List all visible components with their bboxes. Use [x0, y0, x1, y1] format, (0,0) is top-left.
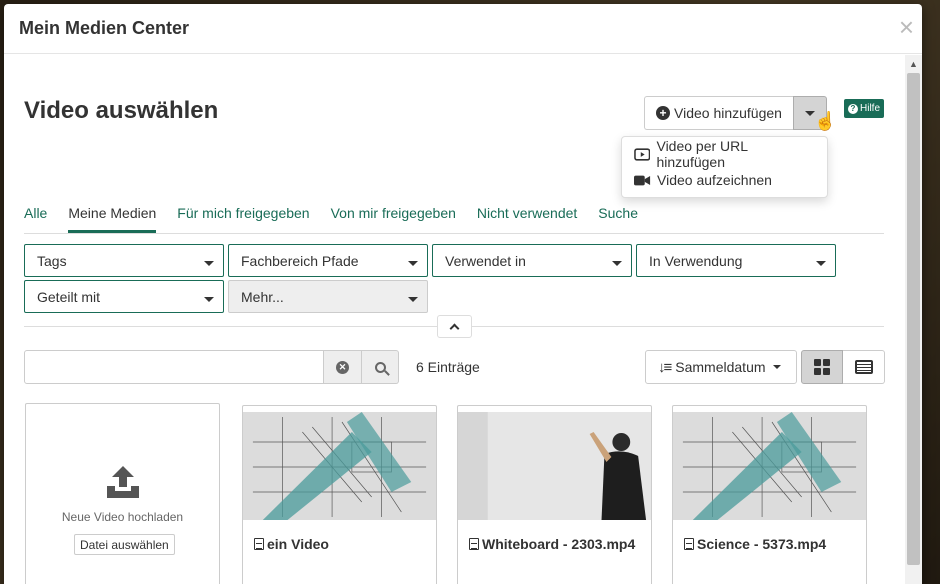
tab-alle[interactable]: Alle — [24, 200, 47, 233]
plus-circle-icon: + — [656, 106, 670, 120]
media-tabs: Alle Meine Medien Für mich freigegeben V… — [24, 200, 884, 234]
filter-label: Verwendet in — [445, 252, 526, 269]
chevron-down-icon — [408, 261, 418, 266]
tab-meine-medien[interactable]: Meine Medien — [68, 200, 156, 233]
sort-label: Sammeldatum — [675, 359, 766, 375]
video-card[interactable]: Whiteboard - 2303.mp4 — [457, 405, 652, 584]
video-title-text: Whiteboard - 2303.mp4 — [482, 536, 636, 552]
view-toggle — [801, 350, 885, 384]
tab-von-mir-freigegeben[interactable]: Von mir freigegeben — [331, 200, 456, 233]
filter-mehr[interactable]: Mehr... — [228, 280, 428, 313]
video-thumbnail — [458, 412, 651, 520]
video-card[interactable]: Science - 5373.mp4 — [672, 405, 867, 584]
list-icon — [854, 360, 873, 374]
file-icon — [254, 538, 264, 550]
filter-label: Fachbereich Pfade — [241, 252, 359, 269]
chevron-up-icon — [449, 323, 460, 334]
menu-item-label: Video aufzeichnen — [657, 172, 772, 188]
clear-icon: ✕ — [336, 360, 349, 374]
add-video-button[interactable]: + Video hinzufügen — [644, 96, 793, 130]
choose-file-button[interactable]: Datei auswählen — [74, 534, 175, 555]
video-thumbnail — [243, 412, 436, 520]
question-icon: ? — [848, 103, 858, 114]
filter-fachbereich-pfade[interactable]: Fachbereich Pfade — [228, 244, 428, 277]
upload-icon — [107, 466, 139, 498]
scrollbar-thumb[interactable] — [907, 73, 920, 565]
file-icon — [684, 538, 694, 550]
add-video-menu: Video per URL hinzufügen Video aufzeichn… — [621, 136, 828, 198]
tab-nicht-verwendet[interactable]: Nicht verwendet — [477, 200, 577, 233]
video-title: Whiteboard - 2303.mp4 — [469, 536, 635, 552]
tab-suche[interactable]: Suche — [598, 200, 638, 233]
result-count: 6 Einträge — [416, 359, 480, 375]
help-label: Hilfe — [860, 103, 881, 114]
chevron-down-icon — [204, 297, 214, 302]
tab-fuer-mich-freigegeben[interactable]: Für mich freigegeben — [177, 200, 309, 233]
grid-icon — [814, 359, 830, 375]
chevron-down-icon — [816, 261, 826, 266]
filter-label: Geteilt mit — [37, 288, 101, 305]
filter-label: In Verwendung — [649, 252, 743, 269]
clear-search-button[interactable]: ✕ — [324, 350, 362, 384]
chevron-down-icon — [204, 261, 214, 266]
filter-verwendet-in[interactable]: Verwendet in — [432, 244, 632, 277]
chevron-down-icon — [772, 365, 781, 369]
media-center-modal: Mein Medien Center × ▲ Video auswählen +… — [4, 4, 922, 584]
filter-label: Mehr... — [241, 288, 284, 305]
filter-geteilt-mit[interactable]: Geteilt mit — [24, 280, 224, 313]
vertical-scrollbar[interactable]: ▲ — [905, 55, 922, 584]
video-camera-icon — [634, 175, 651, 185]
add-video-label: Video hinzufügen — [674, 105, 782, 121]
modal-header: Mein Medien Center × — [4, 4, 922, 54]
menu-item-record-video[interactable]: Video aufzeichnen — [622, 167, 827, 193]
sort-amount-down-icon: ↓≡ — [658, 358, 672, 376]
grid-view-button[interactable] — [801, 350, 843, 384]
video-title-text: ein Video — [267, 536, 329, 552]
search-input[interactable] — [24, 350, 324, 384]
video-url-icon — [634, 147, 651, 161]
add-video-dropdown-toggle[interactable]: ☝ — [792, 96, 836, 131]
upload-label: Neue Video hochladen — [61, 510, 184, 524]
search-button[interactable] — [362, 350, 399, 384]
filter-tags[interactable]: Tags — [24, 244, 224, 277]
page-title: Video auswählen — [24, 97, 219, 124]
list-view-button[interactable] — [843, 350, 885, 384]
hand-cursor-icon: ☝ — [813, 111, 837, 131]
scroll-up-arrow-icon[interactable]: ▲ — [905, 57, 922, 71]
video-title-text: Science - 5373.mp4 — [697, 536, 827, 552]
chevron-down-icon — [408, 297, 418, 302]
filter-label: Tags — [37, 252, 67, 269]
filter-in-verwendung[interactable]: In Verwendung — [636, 244, 836, 277]
file-icon — [469, 538, 479, 550]
add-video-split-button: + Video hinzufügen ☝ — [644, 96, 836, 131]
search-icon — [374, 361, 386, 373]
search-group: ✕ — [24, 350, 399, 384]
video-card[interactable]: ein Video — [242, 405, 437, 584]
sort-button[interactable]: ↓≡ Sammeldatum — [645, 350, 797, 384]
video-title: ein Video — [254, 536, 329, 552]
menu-item-label: Video per URL hinzufügen — [656, 138, 748, 170]
menu-item-video-url[interactable]: Video per URL hinzufügen — [622, 138, 827, 170]
help-button[interactable]: ? Hilfe — [844, 99, 885, 118]
modal-title: Mein Medien Center — [19, 18, 190, 38]
video-title: Science - 5373.mp4 — [684, 536, 826, 552]
close-icon[interactable]: × — [899, 14, 914, 40]
upload-card: Neue Video hochladen Datei auswählen — [25, 403, 220, 584]
video-thumbnail — [673, 412, 866, 520]
collapse-filters-button[interactable] — [437, 315, 472, 338]
chevron-down-icon — [612, 261, 622, 266]
